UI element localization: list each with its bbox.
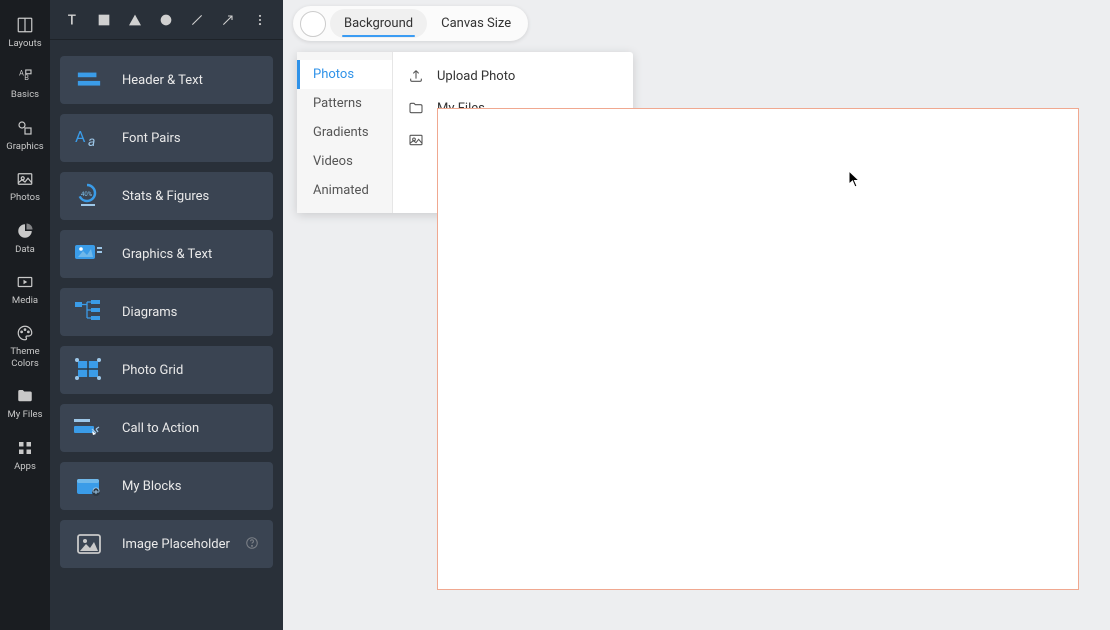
rail-label: Data xyxy=(15,244,35,255)
apps-icon xyxy=(14,437,36,459)
rectangle-tool[interactable] xyxy=(89,5,119,35)
rail-label: Graphics xyxy=(6,141,43,152)
block-my-blocks[interactable]: My Blocks xyxy=(60,462,273,510)
popup-tab-animated[interactable]: Animated xyxy=(297,176,392,205)
diagrams-icon xyxy=(74,297,104,327)
palette-icon xyxy=(14,322,36,344)
block-header-text[interactable]: Header & Text xyxy=(60,56,273,104)
block-photo-grid[interactable]: Photo Grid xyxy=(60,346,273,394)
popup-upload-photo[interactable]: Upload Photo xyxy=(393,60,633,92)
popup-category-tabs: Photos Patterns Gradients Videos Animate… xyxy=(297,52,393,213)
rail-label: Apps xyxy=(14,461,36,472)
block-label: Header & Text xyxy=(122,73,203,88)
help-icon[interactable] xyxy=(245,535,259,554)
font-pairs-icon: Aa xyxy=(74,123,104,153)
popup-item-label: Upload Photo xyxy=(437,69,515,84)
svg-text:T: T xyxy=(68,12,76,28)
triangle-tool[interactable] xyxy=(120,5,150,35)
block-label: Stats & Figures xyxy=(122,189,209,204)
data-icon xyxy=(14,220,36,242)
media-icon xyxy=(14,271,36,293)
left-rail: Layouts AB Basics Graphics Photos Data M… xyxy=(0,0,50,630)
tab-canvas-size[interactable]: Canvas Size xyxy=(427,9,525,38)
rail-layouts[interactable]: Layouts xyxy=(0,6,50,57)
block-label: Image Placeholder xyxy=(122,537,230,552)
basics-icon: AB xyxy=(14,65,36,87)
upload-icon xyxy=(407,67,425,85)
block-label: Font Pairs xyxy=(122,131,181,146)
popup-tab-videos[interactable]: Videos xyxy=(297,147,392,176)
svg-text:A: A xyxy=(75,127,86,146)
header-text-icon xyxy=(74,65,104,95)
rail-theme-colors[interactable]: Theme Colors xyxy=(0,314,50,377)
stats-icon: 40% xyxy=(74,181,104,211)
rail-label: My Files xyxy=(8,409,43,420)
block-stats-figures[interactable]: 40% Stats & Figures xyxy=(60,172,273,220)
image-placeholder-icon xyxy=(74,529,104,559)
cta-icon xyxy=(74,413,104,443)
block-label: Call to Action xyxy=(122,421,199,436)
canvas-toolbar: Background Canvas Size xyxy=(293,6,528,41)
canvas[interactable] xyxy=(437,108,1079,590)
block-call-to-action[interactable]: Call to Action xyxy=(60,404,273,452)
svg-text:A: A xyxy=(19,69,24,78)
block-list: Header & Text Aa Font Pairs 40% Stats & … xyxy=(50,40,283,584)
ellipse-tool[interactable] xyxy=(151,5,181,35)
rail-label: Photos xyxy=(10,192,40,203)
svg-text:40%: 40% xyxy=(81,191,93,198)
layouts-icon xyxy=(14,14,36,36)
block-label: My Blocks xyxy=(122,479,182,494)
rail-label: Media xyxy=(12,295,38,306)
rail-label: Basics xyxy=(11,89,39,100)
canvas-area: Background Canvas Size Photos Patterns G… xyxy=(283,0,1110,630)
background-color-swatch[interactable] xyxy=(300,11,326,37)
text-tool[interactable]: T xyxy=(58,5,88,35)
photo-grid-icon xyxy=(74,355,104,385)
folder-outline-icon xyxy=(407,99,425,117)
rail-label: Theme Colors xyxy=(2,346,48,369)
block-label: Photo Grid xyxy=(122,363,183,378)
basics-panel: T Header & Text Aa Font Pairs 40% Stats … xyxy=(50,0,283,630)
block-label: Graphics & Text xyxy=(122,247,212,262)
popup-tab-patterns[interactable]: Patterns xyxy=(297,89,392,118)
rail-media[interactable]: Media xyxy=(0,263,50,314)
graphics-icon xyxy=(14,117,36,139)
rail-photos[interactable]: Photos xyxy=(0,160,50,211)
block-font-pairs[interactable]: Aa Font Pairs xyxy=(60,114,273,162)
rail-apps[interactable]: Apps xyxy=(0,429,50,480)
popup-tab-gradients[interactable]: Gradients xyxy=(297,118,392,147)
rail-data[interactable]: Data xyxy=(0,212,50,263)
cursor-icon xyxy=(848,170,862,192)
more-shapes-button[interactable] xyxy=(245,5,275,35)
rail-label: Layouts xyxy=(8,38,41,49)
line-tool[interactable] xyxy=(182,5,212,35)
block-graphics-text[interactable]: Graphics & Text xyxy=(60,230,273,278)
photos-icon xyxy=(14,168,36,190)
shape-toolbar: T xyxy=(50,0,283,40)
photo-library-icon xyxy=(407,131,425,149)
block-diagrams[interactable]: Diagrams xyxy=(60,288,273,336)
block-image-placeholder[interactable]: Image Placeholder xyxy=(60,520,273,568)
rail-my-files[interactable]: My Files xyxy=(0,377,50,428)
block-label: Diagrams xyxy=(122,305,177,320)
arrow-tool[interactable] xyxy=(213,5,243,35)
graphics-text-icon xyxy=(74,239,104,269)
rail-basics[interactable]: AB Basics xyxy=(0,57,50,108)
folder-icon xyxy=(14,385,36,407)
tab-background[interactable]: Background xyxy=(330,9,427,38)
popup-tab-photos[interactable]: Photos xyxy=(297,60,392,89)
rail-graphics[interactable]: Graphics xyxy=(0,109,50,160)
my-blocks-icon xyxy=(74,471,104,501)
svg-text:a: a xyxy=(88,134,95,150)
